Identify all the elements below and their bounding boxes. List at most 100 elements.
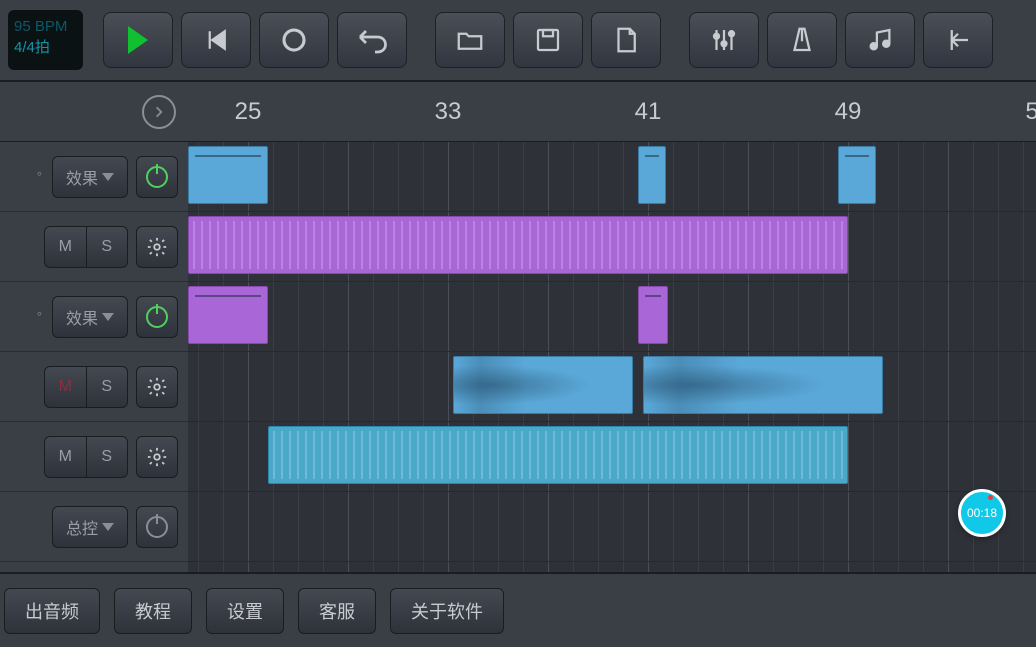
track-lane-4[interactable] — [188, 352, 1036, 422]
about-button[interactable]: 关于软件 — [390, 588, 504, 634]
solo-label: S — [87, 436, 128, 478]
top-toolbar: 95 BPM 4/4拍 — [0, 0, 1036, 82]
track-settings-button[interactable] — [136, 436, 178, 478]
mute-label: M — [45, 436, 87, 478]
track-header-6: 总控 — [0, 492, 188, 562]
sliders-icon — [709, 25, 739, 55]
solo-label: S — [87, 226, 128, 268]
undo-icon — [354, 22, 390, 58]
track-settings-button[interactable] — [136, 366, 178, 408]
timer-value: 00:18 — [967, 506, 997, 520]
clip[interactable] — [188, 146, 268, 204]
clip[interactable] — [638, 286, 668, 344]
track-lane-1[interactable] — [188, 142, 1036, 212]
timeline-area[interactable]: 25 33 41 49 5 — [188, 82, 1036, 572]
gear-icon — [146, 236, 168, 258]
track-header-1: ° 效果 — [0, 142, 188, 212]
open-button[interactable] — [435, 12, 505, 68]
skip-start-icon — [201, 25, 231, 55]
ruler-tick: 33 — [435, 98, 462, 126]
save-button[interactable] — [513, 12, 583, 68]
skip-start-button[interactable] — [181, 12, 251, 68]
tutorial-label: 教程 — [135, 598, 171, 624]
track-panel: ° 效果 M S ° 效果 M — [0, 82, 188, 572]
settings-label: 设置 — [227, 598, 263, 624]
support-label: 客服 — [319, 598, 355, 624]
mute-solo-button[interactable]: M S — [44, 226, 128, 268]
mixer-button[interactable] — [689, 12, 759, 68]
fx-button[interactable]: 效果 — [52, 156, 128, 198]
solo-label: S — [87, 366, 128, 408]
new-file-button[interactable] — [591, 12, 661, 68]
record-icon — [279, 25, 309, 55]
undo-button[interactable] — [337, 12, 407, 68]
ruler-tick: 41 — [635, 98, 662, 126]
chevron-down-icon — [102, 313, 114, 321]
route-button[interactable]: 总控 — [52, 506, 128, 548]
track-lane-5[interactable] — [188, 422, 1036, 492]
ruler-tick: 5 — [1025, 98, 1036, 126]
clip[interactable] — [188, 286, 268, 344]
track-settings-button[interactable] — [136, 226, 178, 268]
chevron-down-icon — [102, 523, 114, 531]
mute-solo-button[interactable]: M S — [44, 366, 128, 408]
track-header-4: M S — [0, 352, 188, 422]
expand-tracks-button[interactable] — [142, 95, 176, 129]
fx-button[interactable]: 效果 — [52, 296, 128, 338]
mute-label-armed: M — [45, 366, 87, 408]
gear-icon — [146, 446, 168, 468]
notes-button[interactable] — [845, 12, 915, 68]
metronome-icon — [787, 25, 817, 55]
fx-label: 效果 — [66, 165, 98, 189]
mute-solo-button[interactable]: M S — [44, 436, 128, 478]
track-header-3: ° 效果 — [0, 282, 188, 352]
chevron-right-icon — [152, 105, 166, 119]
gear-icon — [146, 376, 168, 398]
track-header-5: M S — [0, 422, 188, 492]
fx-label: 效果 — [66, 305, 98, 329]
about-label: 关于软件 — [411, 598, 483, 624]
rotation-marker: ° — [37, 169, 42, 184]
play-button[interactable] — [103, 12, 173, 68]
file-icon — [611, 25, 641, 55]
bpm-label: 95 BPM — [14, 16, 77, 37]
snap-left-icon — [943, 25, 973, 55]
clip[interactable] — [188, 216, 848, 274]
ruler-tick: 49 — [835, 98, 862, 126]
route-label: 总控 — [66, 515, 98, 539]
recording-timer-bubble[interactable]: 00:18 — [958, 489, 1006, 537]
music-notes-icon — [865, 25, 895, 55]
rotation-marker: ° — [37, 309, 42, 324]
track-header-2: M S — [0, 212, 188, 282]
track-power-button[interactable] — [136, 156, 178, 198]
clip[interactable] — [838, 146, 876, 204]
track-lane-3[interactable] — [188, 282, 1036, 352]
clip[interactable] — [643, 356, 883, 414]
time-signature-label: 4/4拍 — [14, 37, 77, 58]
timeline-ruler[interactable]: 25 33 41 49 5 — [188, 82, 1036, 142]
snap-button[interactable] — [923, 12, 993, 68]
panel-header — [0, 82, 188, 142]
save-icon — [533, 25, 563, 55]
folder-icon — [455, 25, 485, 55]
master-power-button[interactable] — [136, 506, 178, 548]
export-audio-button[interactable]: 出音频 — [4, 588, 100, 634]
bottom-bar: 出音频 教程 设置 客服 关于软件 — [0, 572, 1036, 647]
mute-label: M — [45, 226, 87, 268]
tutorial-button[interactable]: 教程 — [114, 588, 192, 634]
clip[interactable] — [453, 356, 633, 414]
chevron-down-icon — [102, 173, 114, 181]
settings-button[interactable]: 设置 — [206, 588, 284, 634]
support-button[interactable]: 客服 — [298, 588, 376, 634]
track-lane-2[interactable] — [188, 212, 1036, 282]
tempo-display[interactable]: 95 BPM 4/4拍 — [8, 10, 83, 70]
track-lane-6[interactable] — [188, 492, 1036, 562]
track-power-button[interactable] — [136, 296, 178, 338]
metronome-button[interactable] — [767, 12, 837, 68]
ruler-tick: 25 — [235, 98, 262, 126]
clip[interactable] — [638, 146, 666, 204]
play-icon — [128, 26, 148, 54]
clip[interactable] — [268, 426, 848, 484]
record-button[interactable] — [259, 12, 329, 68]
main-area: ° 效果 M S ° 效果 M — [0, 82, 1036, 572]
